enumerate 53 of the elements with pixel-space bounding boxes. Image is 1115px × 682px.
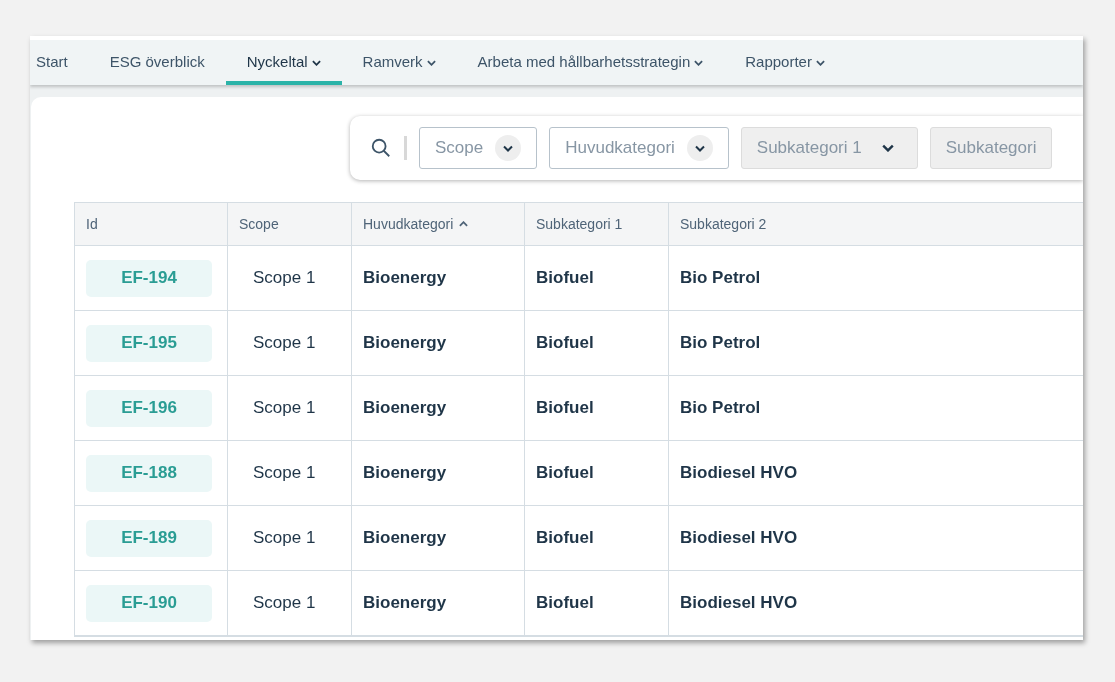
chevron-down-icon — [503, 144, 514, 152]
table-cell-text: Biofuel — [536, 267, 594, 290]
table-cell-text: Scope 1 — [253, 527, 316, 550]
table-cell-text: Scope 1 — [253, 332, 316, 355]
table-cell-text: Biofuel — [536, 527, 594, 550]
filter-placeholder: Subkategori 1 — [756, 137, 862, 160]
table-cell-text: Bioenergy — [363, 267, 447, 290]
chevron-down-icon — [694, 144, 705, 152]
table-cell-text: Scope 1 — [253, 267, 316, 290]
table-cell-text: Bio Petrol — [680, 397, 761, 420]
column-header[interactable]: Scope — [228, 203, 352, 245]
table-cell-text: Bioenergy — [363, 332, 447, 355]
nav-tab[interactable]: Arbeta med hållbarhetsstrategin — [456, 40, 725, 85]
id-badge[interactable]: EF-188 — [86, 454, 212, 492]
nav-tab[interactable]: Ramverk — [341, 40, 457, 85]
filter-placeholder: Scope — [435, 137, 484, 160]
chevron-button[interactable] — [495, 135, 522, 161]
column-header[interactable]: Subkategori 2 — [669, 203, 1083, 245]
column-header[interactable]: Huvudkategori — [352, 203, 525, 245]
filter-placeholder: Huvudkategori — [565, 137, 675, 160]
table-cell-text: Biofuel — [536, 462, 594, 485]
filter-dropdown[interactable]: Scope — [419, 127, 538, 169]
id-badge[interactable]: EF-195 — [86, 324, 212, 362]
table-cell-text: Bio Petrol — [680, 332, 761, 355]
table-cell-text: Bioenergy — [363, 527, 447, 550]
table-cell-text: Bioenergy — [363, 462, 447, 485]
column-header[interactable]: Id — [75, 203, 228, 245]
id-badge[interactable]: EF-194 — [86, 259, 212, 297]
table-cell-text: Biofuel — [536, 397, 594, 420]
table-cell-text: Scope 1 — [253, 397, 316, 420]
table-cell-text: Biodiesel HVO — [680, 527, 798, 550]
chevron-down-icon — [881, 144, 894, 152]
table-cell-text: Bioenergy — [363, 397, 447, 420]
chevron-button[interactable] — [686, 135, 713, 161]
search-icon[interactable] — [370, 137, 392, 159]
table-cell-text: Scope 1 — [253, 592, 316, 615]
nav-tab[interactable]: Rapporter — [724, 40, 846, 85]
nav-tab[interactable]: Start — [30, 40, 89, 85]
nav-tab[interactable]: ESG överblick — [88, 40, 226, 85]
table-cell-text: Bio Petrol — [680, 267, 761, 290]
table-cell-text: Biodiesel HVO — [680, 462, 798, 485]
column-header[interactable]: Subkategori 1 — [525, 203, 669, 245]
table-cell-text: Biofuel — [536, 332, 594, 355]
table-cell-text: Scope 1 — [253, 462, 316, 485]
table-cell-text: Biodiesel HVO — [680, 592, 798, 615]
filter-placeholder: Subkategori — [945, 137, 1037, 160]
id-badge[interactable]: EF-196 — [86, 389, 212, 427]
id-badge[interactable]: EF-190 — [86, 584, 212, 622]
table-cell-text: Bioenergy — [363, 592, 447, 615]
table-cell-text: Biofuel — [536, 592, 594, 615]
filter-dropdown[interactable]: Huvudkategori — [549, 127, 729, 169]
nav-tab[interactable]: Nyckeltal — [225, 40, 342, 85]
id-badge[interactable]: EF-189 — [86, 519, 212, 557]
